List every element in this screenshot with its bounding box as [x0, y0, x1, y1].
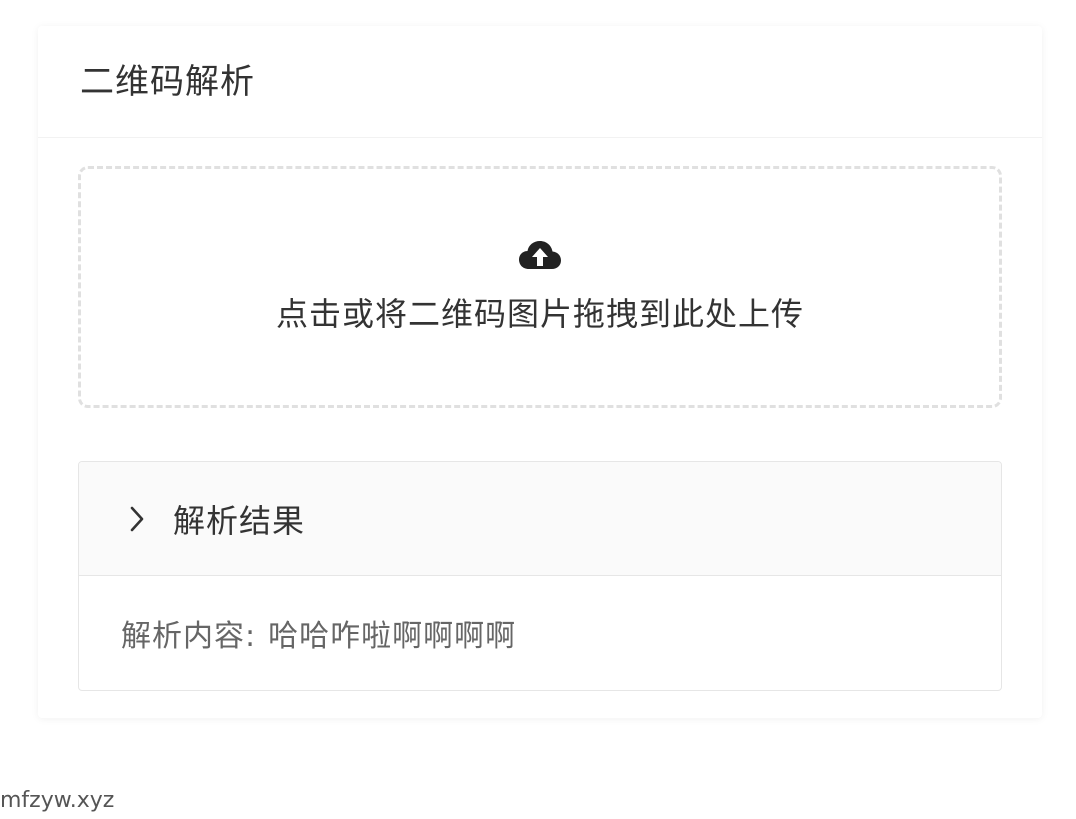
result-collapse-panel: 解析结果 解析内容: 哈哈咋啦啊啊啊啊 — [78, 461, 1002, 691]
cloud-upload-icon — [519, 241, 561, 269]
qr-parse-card: 二维码解析 点击或将二维码图片拖拽到此处上传 解析结果 解析内容: 哈哈咋啦啊啊… — [38, 26, 1042, 718]
site-watermark: mfzyw.xyz — [0, 788, 115, 813]
upload-dropzone[interactable]: 点击或将二维码图片拖拽到此处上传 — [78, 166, 1002, 408]
chevron-right-icon — [130, 506, 144, 531]
result-panel-title: 解析结果 — [173, 501, 306, 540]
result-panel-header[interactable]: 解析结果 — [79, 462, 1001, 576]
card-header: 二维码解析 — [38, 26, 1042, 138]
card-title: 二维码解析 — [80, 62, 255, 102]
result-content-label: 解析内容: — [121, 619, 257, 654]
upload-hint-text: 点击或将二维码图片拖拽到此处上传 — [275, 295, 804, 333]
result-panel-body: 解析内容: 哈哈咋啦啊啊啊啊 — [79, 576, 1001, 690]
result-content-value: 哈哈咋啦啊啊啊啊 — [268, 619, 517, 654]
